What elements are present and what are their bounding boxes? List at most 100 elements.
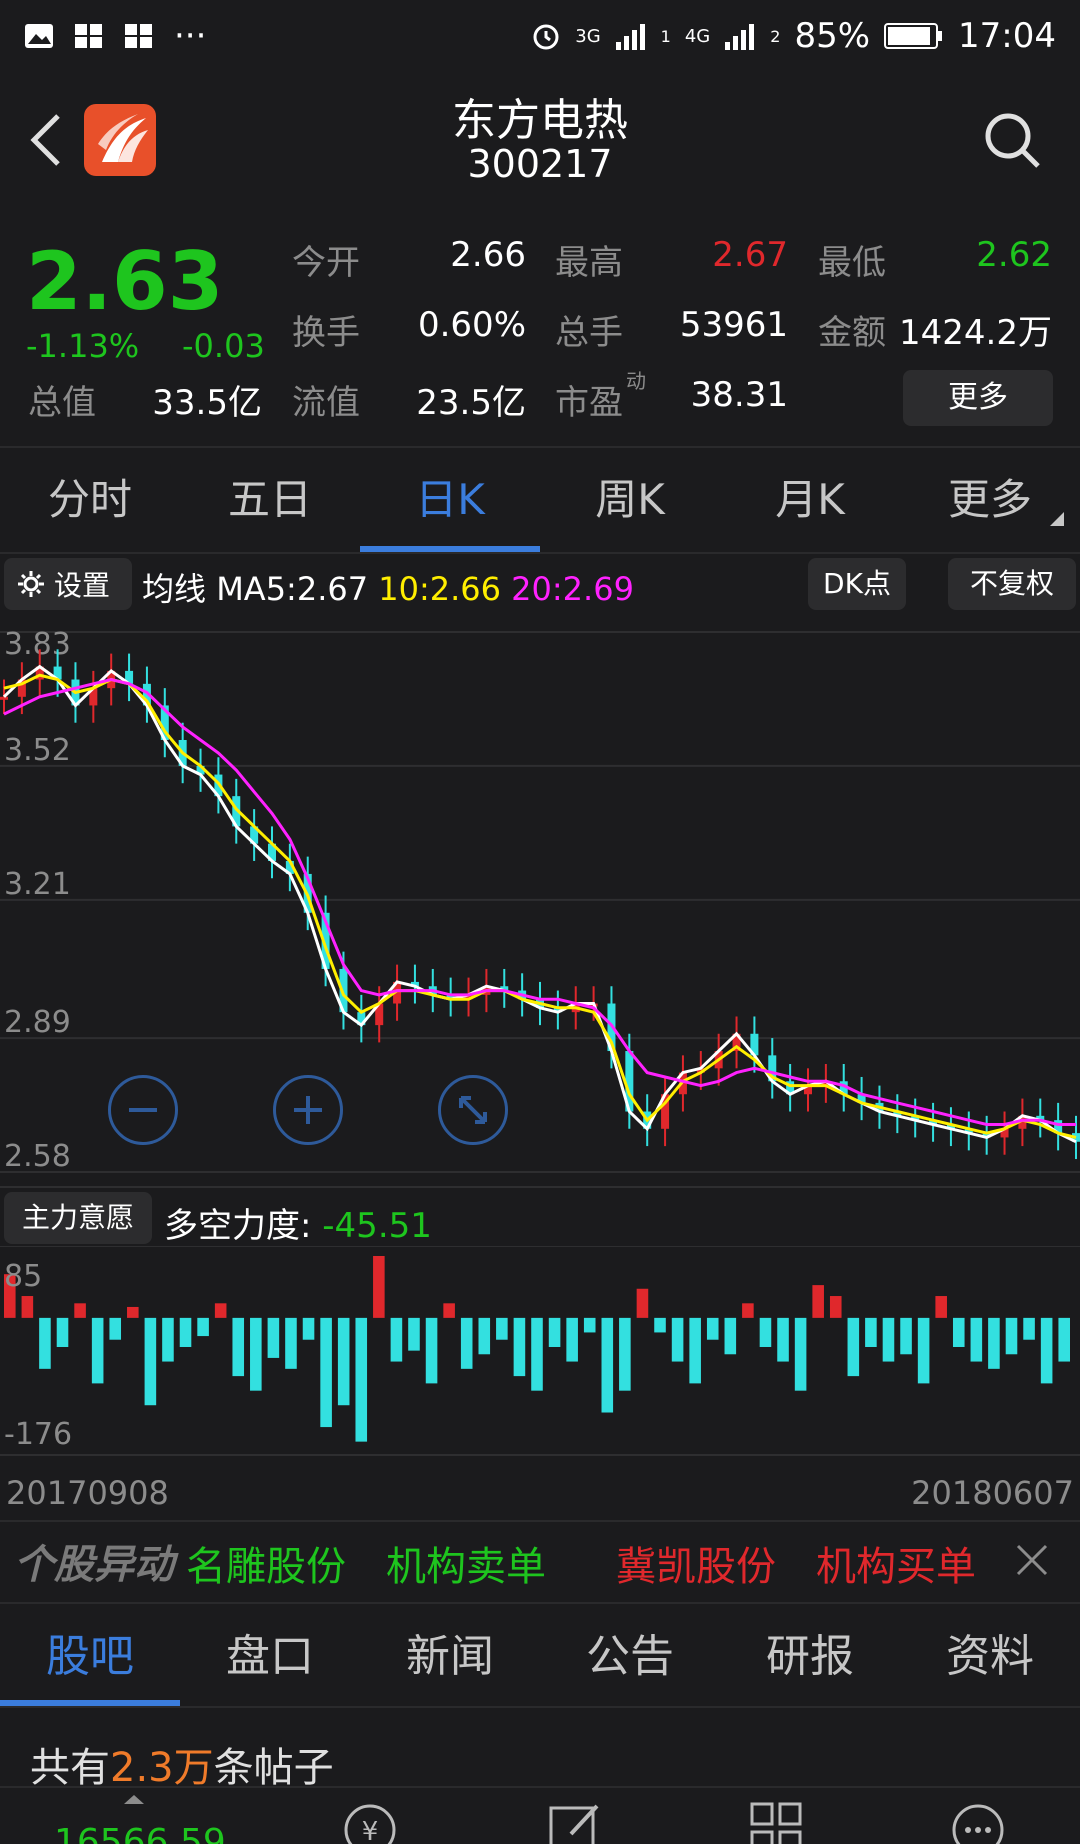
- change-amount: -0.03: [182, 327, 265, 365]
- open-value: 2.66: [450, 235, 526, 275]
- tab-order-book[interactable]: 盘口: [180, 1608, 360, 1706]
- grid-icon[interactable]: [746, 1798, 806, 1844]
- search-icon[interactable]: [980, 108, 1044, 172]
- stock-movement-ticker[interactable]: 个股异动 名雕股份 机构卖单 冀凯股份 机构买单: [0, 1526, 1080, 1596]
- image-notification-icon: [25, 24, 53, 48]
- high-value: 2.67: [712, 235, 788, 275]
- expand-up-icon[interactable]: [122, 1792, 146, 1806]
- force-bar: [267, 1317, 280, 1358]
- close-icon[interactable]: [1012, 1540, 1052, 1580]
- tab-profile[interactable]: 资料: [900, 1608, 1080, 1706]
- divider: [0, 552, 1080, 554]
- battery-percent: 85%: [794, 16, 871, 56]
- status-bar: ··· 3G 1 4G 2 85% 17:04: [0, 0, 1080, 72]
- ticker-item[interactable]: 名雕股份: [186, 1534, 346, 1592]
- force-bar: [812, 1285, 824, 1318]
- force-bar: [355, 1317, 368, 1442]
- force-bar: [232, 1317, 245, 1377]
- tab-news[interactable]: 新闻: [360, 1608, 540, 1706]
- more-menu-icon[interactable]: [948, 1798, 1008, 1844]
- divider: [0, 1520, 1080, 1522]
- tab-more-label: 更多: [947, 475, 1032, 524]
- sim-2-label: 2: [770, 26, 781, 46]
- zoom-out-button[interactable]: [108, 1075, 178, 1145]
- ticker-title: 个股异动: [14, 1542, 174, 1588]
- force-bar: [478, 1317, 491, 1355]
- more-quote-button[interactable]: 更多: [903, 370, 1053, 426]
- force-bar: [21, 1296, 34, 1318]
- force-bar: [496, 1317, 508, 1340]
- network-type-2: 4G: [684, 25, 711, 47]
- clock: 17:04: [958, 16, 1056, 56]
- force-bar: [742, 1303, 754, 1318]
- dropdown-corner-icon: [1050, 512, 1064, 526]
- index-value[interactable]: 16566.59: [54, 1822, 226, 1844]
- force-bar: [952, 1317, 965, 1347]
- alarm-icon: [533, 24, 559, 50]
- tab-more-periods[interactable]: 更多: [900, 448, 1080, 552]
- trade-icon[interactable]: ¥: [340, 1798, 400, 1844]
- total-value: 33.5亿: [152, 383, 262, 423]
- sim-1-label: 1: [660, 26, 671, 46]
- ticker-item[interactable]: 机构卖单: [386, 1534, 546, 1592]
- force-bar: [162, 1317, 174, 1362]
- ma-legend: 均线 MA5:2.67 10:2.66 20:2.69: [142, 564, 634, 610]
- turnover-label: 换手: [292, 313, 360, 353]
- tab-monthly-k[interactable]: 月K: [720, 448, 900, 552]
- date-start: 20170908: [6, 1474, 169, 1512]
- adjust-button[interactable]: 不复权: [948, 558, 1076, 610]
- tab-daily-k[interactable]: 日K: [360, 448, 540, 552]
- float-value: 23.5亿: [416, 383, 526, 423]
- force-bar: [337, 1317, 350, 1406]
- force-bar: [127, 1306, 139, 1318]
- low-value: 2.62: [976, 235, 1052, 275]
- force-bar: [1005, 1317, 1018, 1355]
- divider: [0, 1706, 1080, 1708]
- force-bar: [636, 1288, 649, 1318]
- force-bar: [935, 1296, 947, 1318]
- app-notification-icon-2: [125, 24, 152, 48]
- settings-button[interactable]: 设置: [4, 558, 132, 610]
- edit-icon[interactable]: [545, 1798, 605, 1844]
- dk-point-button[interactable]: DK点: [808, 558, 906, 610]
- force-bar: [56, 1317, 69, 1347]
- tab-intraday[interactable]: 分时: [0, 448, 180, 552]
- tab-research[interactable]: 研报: [720, 1608, 900, 1706]
- ticker-item[interactable]: 冀凯股份: [616, 1534, 776, 1592]
- force-bar: [408, 1317, 420, 1351]
- force-bar: [425, 1317, 438, 1384]
- sub-tabs: 股吧 盘口 新闻 公告 研报 资料: [0, 1608, 1080, 1706]
- tab-forum[interactable]: 股吧: [0, 1608, 180, 1706]
- tab-announcements[interactable]: 公告: [540, 1608, 720, 1706]
- quote-panel: 2.63 -1.13% -0.03 总值 33.5亿 今开 2.66 最高 2.…: [0, 225, 1080, 445]
- force-bar: [443, 1303, 455, 1318]
- force-bar: [285, 1317, 297, 1369]
- force-bar: [583, 1317, 596, 1333]
- fullscreen-button[interactable]: [438, 1075, 508, 1145]
- force-bar: [988, 1317, 1000, 1369]
- force-bar: [548, 1317, 561, 1347]
- force-bar: [373, 1256, 385, 1318]
- tab-five-day[interactable]: 五日: [180, 448, 360, 552]
- amount-label: 金额: [818, 313, 886, 353]
- force-bar: [777, 1317, 789, 1362]
- volume-label: 总手: [555, 313, 623, 353]
- ma20-value: 20:2.69: [511, 570, 634, 608]
- force-bar: [724, 1317, 737, 1355]
- force-bar: [671, 1317, 684, 1362]
- ma5-value: MA5:2.67: [216, 570, 369, 608]
- force-bar: [320, 1317, 332, 1428]
- zoom-in-button[interactable]: [273, 1075, 343, 1145]
- turnover-value: 0.60%: [417, 305, 526, 345]
- force-bar: [39, 1317, 51, 1369]
- ticker-item[interactable]: 机构买单: [816, 1534, 976, 1592]
- stock-name: 东方电热: [452, 95, 628, 146]
- app-notification-icon: [75, 24, 102, 48]
- period-tabs: 分时 五日 日K 周K 月K 更多: [0, 448, 1080, 552]
- signal-icon-1: [615, 24, 645, 50]
- pe-label: 市盈: [555, 383, 623, 423]
- post-count-suffix: 条帖子: [213, 1745, 334, 1791]
- tab-weekly-k[interactable]: 周K: [540, 448, 720, 552]
- indicator-select-button[interactable]: 主力意愿: [4, 1192, 152, 1244]
- y-tick-label: 2.58: [4, 1139, 71, 1174]
